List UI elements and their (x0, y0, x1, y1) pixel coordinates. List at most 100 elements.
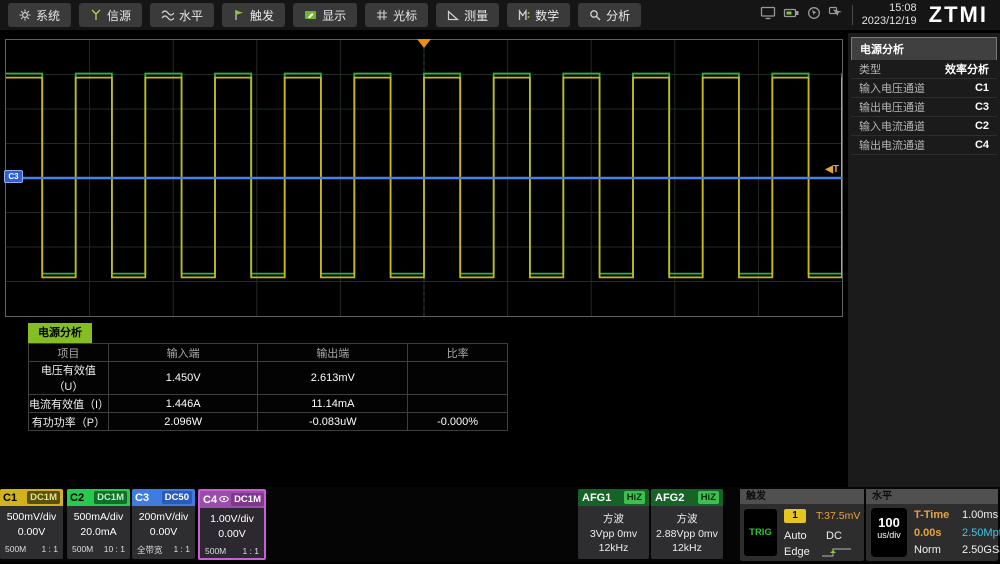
row-item-label: 电压有效值（U） (29, 362, 109, 395)
panel-row-label: 输出电压通道 (859, 99, 925, 115)
channel-probe: 10 : 1 (104, 544, 125, 554)
menu-button-label: 信源 (107, 7, 131, 24)
sample-rate: 2.50GSa/s (962, 544, 1000, 556)
channel-marker-c3[interactable]: C3 (4, 170, 23, 183)
power-analysis-table: 项目 输入端 输出端 比率 电压有效值（U） 1.450V 2.613mV 电流… (28, 343, 508, 431)
main-area: C3 ◀T 电源分析 项目 输入端 输出端 比率 电压有效值（U） 1.450V… (0, 30, 1000, 487)
power-analysis-tab[interactable]: 电源分析 (28, 323, 92, 343)
trigger-source-indicator: TRIG (744, 509, 777, 556)
source-icon (90, 9, 102, 21)
menu-button-source[interactable]: 信源 (79, 3, 142, 27)
afg-impedance-badge: HiZ (698, 491, 719, 504)
pointer-icon[interactable] (807, 6, 821, 25)
trigger-level-marker[interactable]: ◀T (825, 164, 839, 175)
afg-impedance-badge: HiZ (624, 491, 645, 504)
menu-button-system[interactable]: 系统 (8, 3, 71, 27)
menu-button-label: 分析 (606, 7, 630, 24)
trigger-box-title: 触发 (740, 489, 864, 504)
menu-buttons: 系统 信源 水平 触发 显示 光标 测量 数学 (8, 3, 641, 27)
afg-frequency: 12kHz (651, 542, 723, 554)
panel-row-input-current-channel[interactable]: 输入电流通道 C2 (851, 117, 997, 136)
screen-icon[interactable] (760, 6, 776, 25)
afg-waveform: 方波 (578, 511, 649, 526)
channel-box-c1[interactable]: C1 DC1M 500mV/div 0.00V 500M 1 : 1 (0, 489, 63, 559)
waveform-display: C3 ◀T (5, 39, 843, 317)
panel-row-label: 输出电流通道 (859, 137, 925, 153)
channel-bandwidth: 500M (205, 546, 226, 556)
horizontal-icon (161, 9, 174, 21)
clock-time: 15:08 (862, 2, 917, 15)
channel-probe: 1 : 1 (41, 544, 58, 554)
afg1-box[interactable]: AFG1 HiZ 方波 3Vpp 0mv 12kHz (578, 489, 649, 559)
timebase-value: 100 (871, 515, 907, 530)
panel-row-value: C1 (975, 82, 989, 94)
menu-button-label: 数学 (535, 7, 559, 24)
trigger-coupling: DC (826, 530, 842, 542)
horizontal-box[interactable]: 水平 100 us/div T-Time 1.00ms 0.00s 2.50Mp… (866, 489, 998, 561)
panel-row-input-voltage-channel[interactable]: 输入电压通道 C1 (851, 79, 997, 98)
panel-row-label: 输入电压通道 (859, 80, 925, 96)
trigger-type: Edge (784, 546, 810, 558)
panel-row-output-voltage-channel[interactable]: 输出电压通道 C3 (851, 98, 997, 117)
t-time-label: T-Time (914, 509, 949, 521)
menu-button-analysis[interactable]: 分析 (578, 3, 641, 27)
channel-scale: 200mV/div (132, 511, 195, 523)
col-header-output: 输出端 (258, 344, 408, 362)
coupling-badge: DC1M (231, 493, 264, 506)
panel-row-value: C4 (975, 139, 989, 151)
row-input-value: 2.096W (108, 413, 258, 431)
usb-icon[interactable] (783, 6, 800, 25)
trigger-position-marker[interactable] (417, 39, 431, 48)
channel-offset: 0.00V (0, 526, 63, 538)
row-output-value: -0.083uW (258, 413, 408, 431)
row-ratio-value: -0.000% (408, 413, 508, 431)
trigger-level-readout: T:37.5mV (816, 510, 860, 522)
menu-button-label: 测量 (464, 7, 488, 24)
menubar: 系统 信源 水平 触发 显示 光标 测量 数学 (0, 0, 1000, 30)
menu-button-label: 系统 (36, 7, 60, 24)
display-icon (304, 9, 317, 21)
math-icon (518, 9, 530, 21)
afg-name: AFG2 (655, 492, 684, 504)
menu-button-display[interactable]: 显示 (293, 3, 357, 27)
panel-row-value: C3 (975, 101, 989, 113)
panel-row-value: C2 (975, 120, 989, 132)
channel-box-c3[interactable]: C3 DC50 200mV/div 0.00V 全带宽 1 : 1 (132, 489, 195, 559)
channel-box-c4[interactable]: C4 DC1M 1.00V/div 0.00V 500M 1 : 1 (198, 489, 266, 560)
afg-name: AFG1 (582, 492, 611, 504)
col-header-ratio: 比率 (408, 344, 508, 362)
channel-bandwidth: 500M (5, 544, 26, 554)
analysis-icon (589, 9, 601, 21)
touch-icon[interactable] (828, 6, 843, 25)
col-header-input: 输入端 (108, 344, 258, 362)
memory-points: 2.50Mpts (962, 527, 1000, 539)
panel-row-type[interactable]: 类型 效率分析 (851, 60, 997, 79)
channel-name: C4 (203, 494, 217, 506)
coupling-badge: DC50 (162, 491, 192, 504)
menu-button-horizontal[interactable]: 水平 (150, 3, 214, 27)
bottom-bar: C1 DC1M 500mV/div 0.00V 500M 1 : 1 C2 DC… (0, 487, 1000, 562)
panel-row-output-current-channel[interactable]: 输出电流通道 C4 (851, 136, 997, 155)
horizontal-box-title: 水平 (866, 489, 998, 504)
row-item-label: 电流有效值（I） (29, 395, 109, 413)
menu-button-trigger[interactable]: 触发 (222, 3, 285, 27)
status-icons (760, 6, 843, 25)
menu-button-cursor[interactable]: 光标 (365, 3, 428, 27)
trigger-box[interactable]: 触发 TRIG 1 T:37.5mV Auto DC Edge (740, 489, 864, 561)
channel-probe: 1 : 1 (173, 544, 190, 556)
afg2-box[interactable]: AFG2 HiZ 方波 2.88Vpp 0mv 12kHz (651, 489, 723, 559)
trigger-channel-badge: 1 (784, 509, 806, 523)
panel-row-value: 效率分析 (945, 61, 989, 77)
clock-date: 2023/12/19 (862, 15, 917, 28)
channel-name: C3 (135, 492, 149, 504)
menu-button-math[interactable]: 数学 (507, 3, 570, 27)
channel-box-c2[interactable]: C2 DC1M 500mA/div 20.0mA 500M 10 : 1 (67, 489, 130, 559)
cursor-icon (376, 9, 388, 21)
channel-scale: 500mA/div (67, 511, 130, 523)
row-output-value: 11.14mA (258, 395, 408, 413)
channel-scale: 1.00V/div (200, 513, 264, 525)
menu-button-measure[interactable]: 测量 (436, 3, 499, 27)
table-row: 电流有效值（I） 1.446A 11.14mA (29, 395, 508, 413)
table-row: 电压有效值（U） 1.450V 2.613mV (29, 362, 508, 395)
timebase-unit: us/div (871, 530, 907, 540)
